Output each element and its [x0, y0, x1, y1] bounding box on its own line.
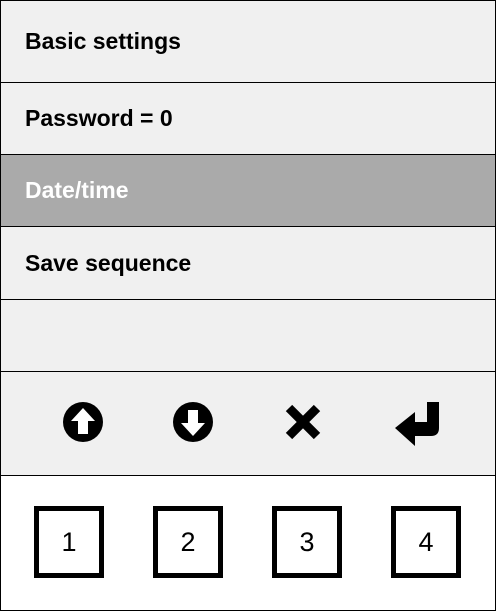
- key-3-button[interactable]: 3: [272, 506, 342, 578]
- close-icon: [285, 404, 321, 440]
- menu-item-basic-settings[interactable]: Basic settings: [1, 1, 495, 83]
- key-label: 2: [180, 526, 196, 557]
- menu-item-label: Save sequence: [25, 249, 192, 276]
- menu-item-empty[interactable]: [1, 300, 495, 372]
- menu-item-date-time[interactable]: Date/time: [1, 155, 495, 227]
- key-label: 4: [418, 526, 434, 557]
- keypad: 1 2 3 4: [1, 476, 495, 610]
- cancel-button[interactable]: [277, 396, 329, 448]
- key-label: 3: [299, 526, 315, 557]
- key-1-button[interactable]: 1: [34, 506, 104, 578]
- menu-item-password[interactable]: Password = 0: [1, 83, 495, 155]
- menu-item-label: Date/time: [25, 177, 129, 203]
- enter-button[interactable]: [393, 396, 445, 448]
- menu-item-label: Password = 0: [25, 105, 173, 131]
- scroll-down-button[interactable]: [167, 396, 219, 448]
- navigation-toolbar: [1, 372, 495, 476]
- arrow-down-circle-icon: [173, 402, 213, 442]
- menu-item-label: Basic settings: [25, 28, 181, 54]
- enter-return-icon: [395, 402, 439, 446]
- menu-item-save-sequence[interactable]: Save sequence: [1, 227, 495, 300]
- settings-panel: Basic settings Password = 0 Date/time Sa…: [0, 0, 496, 611]
- arrow-up-circle-icon: [63, 402, 103, 442]
- key-4-button[interactable]: 4: [391, 506, 461, 578]
- scroll-up-button[interactable]: [57, 396, 109, 448]
- key-label: 1: [61, 526, 77, 557]
- key-2-button[interactable]: 2: [153, 506, 223, 578]
